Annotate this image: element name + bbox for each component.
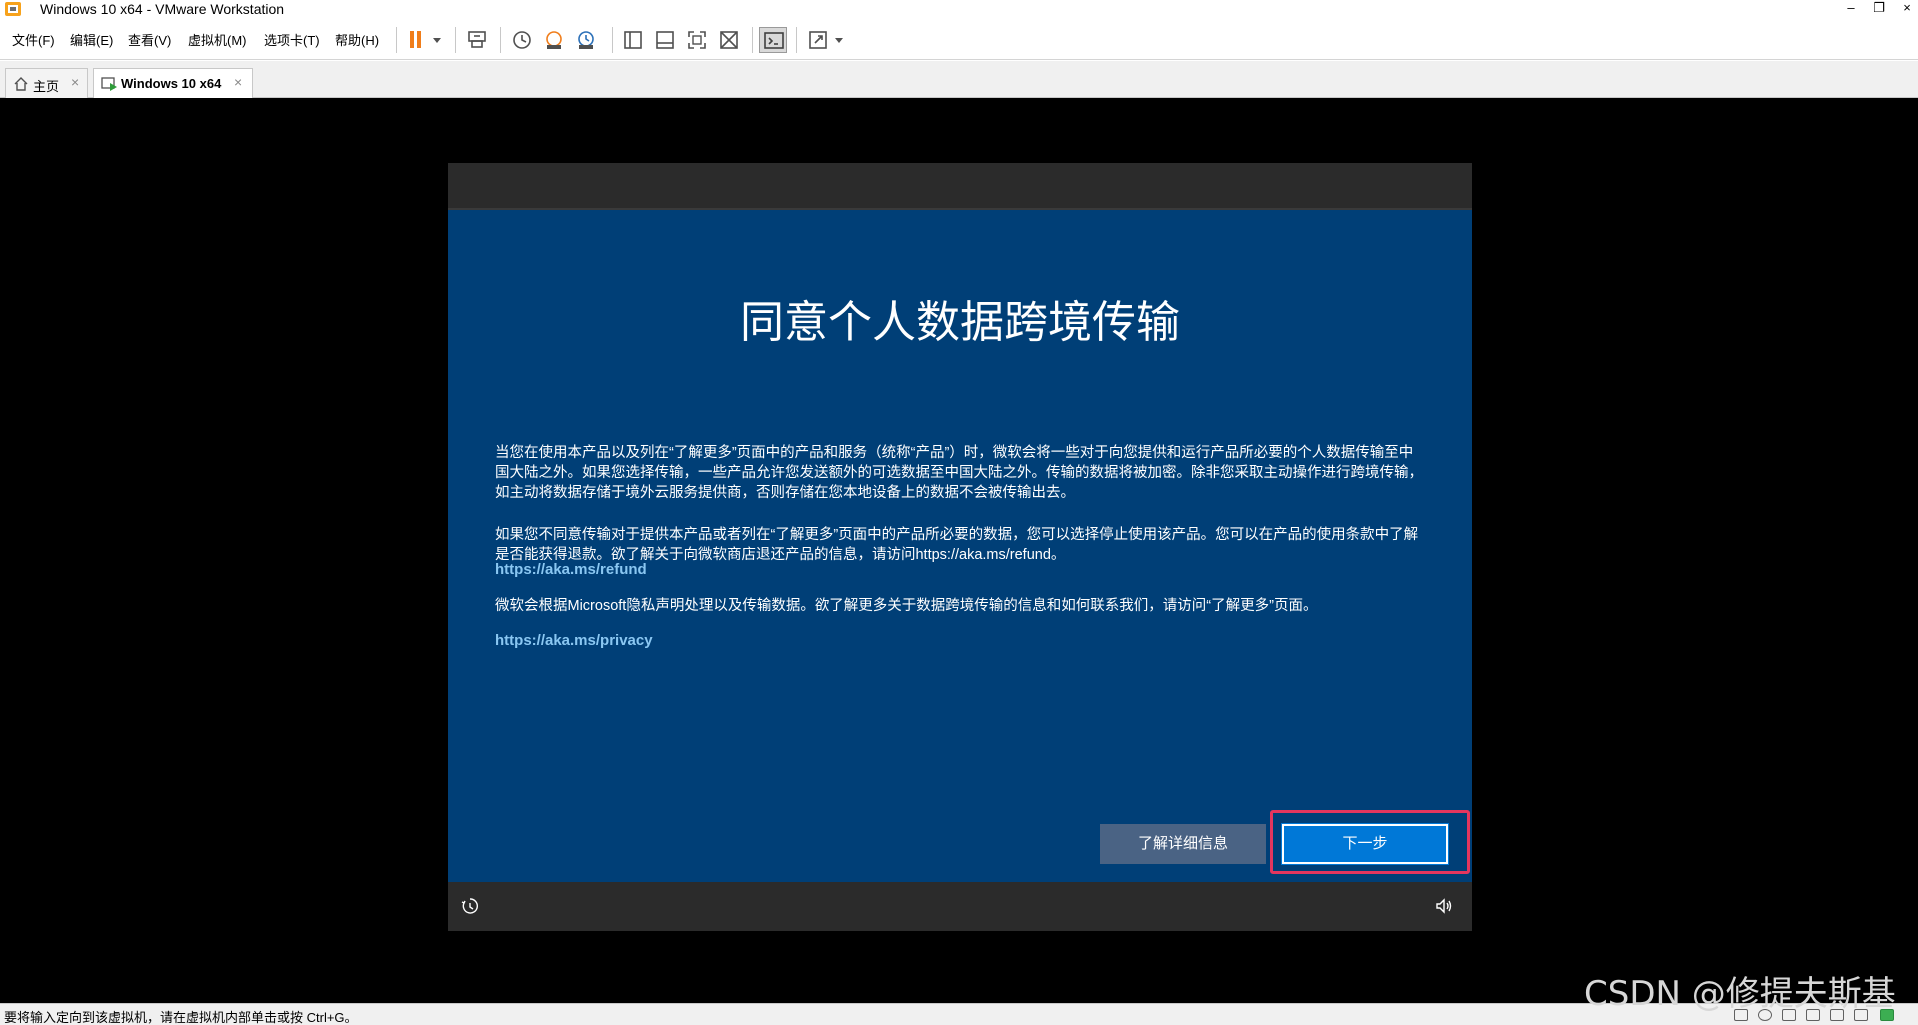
oobe-bottom-bar [448, 882, 1472, 931]
snapshot-icon [513, 31, 531, 49]
close-window-button[interactable]: × [1892, 0, 1918, 18]
thumbnail-view-button[interactable] [651, 27, 679, 53]
vm-running-icon [101, 77, 117, 91]
privacy-link[interactable]: https://aka.ms/privacy [495, 632, 653, 649]
toolbar-divider [396, 27, 397, 53]
stretch-button[interactable] [804, 27, 832, 53]
console-view-icon [764, 32, 784, 49]
tab-home-close-icon[interactable]: × [71, 74, 79, 90]
unity-button[interactable] [715, 27, 743, 53]
dropdown-arrow-icon [433, 38, 441, 43]
restore-button[interactable]: ❐ [1864, 0, 1894, 18]
toolbar-divider [796, 27, 797, 53]
vm-console[interactable]: 同意个人数据跨境传输 当您在使用本产品以及列在“了解更多”页面中的产品和服务（统… [0, 98, 1918, 1003]
learn-more-button[interactable]: 了解详细信息 [1100, 824, 1266, 864]
snapshot-manager-icon [578, 31, 594, 49]
consent-paragraph-2: 如果您不同意传输对于提供本产品或者列在“了解更多”页面中的产品所必要的数据，您可… [495, 527, 1419, 563]
title-bar: Windows 10 x64 - VMware Workstation – ❐ … [0, 0, 1918, 20]
menu-vm[interactable]: 虚拟机(M) [188, 30, 247, 49]
toolbar-divider [612, 27, 613, 53]
stretch-icon [809, 31, 827, 49]
refund-link[interactable]: https://aka.ms/refund [495, 561, 647, 578]
home-icon [14, 77, 28, 91]
pause-icon [410, 31, 421, 48]
toolbar-divider [455, 27, 456, 53]
guest-screen[interactable]: 同意个人数据跨境传输 当您在使用本产品以及列在“了解更多”页面中的产品和服务（统… [448, 163, 1472, 931]
volume-icon[interactable] [1434, 896, 1454, 916]
oobe-panel: 同意个人数据跨境传输 当您在使用本产品以及列在“了解更多”页面中的产品和服务（统… [448, 210, 1472, 882]
thumbnail-view-icon [656, 31, 674, 49]
ease-of-access-icon[interactable] [460, 896, 480, 916]
library-view-button[interactable] [619, 27, 647, 53]
take-snapshot-button[interactable] [508, 27, 536, 53]
consent-paragraph-1: 当您在使用本产品以及列在“了解更多”页面中的产品和服务（统称“产品”）时，微软会… [495, 445, 1423, 501]
minimize-button[interactable]: – [1836, 0, 1866, 18]
toolbar-divider [752, 27, 753, 53]
pause-button[interactable] [402, 27, 430, 53]
tab-windows10-close-icon[interactable]: × [234, 74, 242, 90]
console-view-button[interactable] [759, 27, 787, 53]
send-ctrl-alt-del-button[interactable] [463, 27, 491, 53]
fullscreen-button[interactable] [683, 27, 711, 53]
oobe-top-bar [448, 163, 1472, 210]
menu-tabs[interactable]: 选项卡(T) [264, 30, 320, 49]
power-dropdown-button[interactable] [428, 27, 446, 53]
menu-file[interactable]: 文件(F) [12, 30, 55, 49]
unity-icon [720, 31, 738, 49]
toolbar-divider [500, 27, 501, 53]
snapshot-manager-button[interactable] [572, 27, 600, 53]
tab-strip: 主页 × Windows 10 x64 × [0, 61, 1918, 99]
revert-snapshot-icon [546, 31, 562, 49]
consent-paragraph-3: 微软会根据Microsoft隐私声明处理以及传输数据。欲了解更多关于数据跨境传输… [495, 598, 1318, 614]
menu-edit[interactable]: 编辑(E) [70, 30, 113, 49]
menu-toolbar: 文件(F) 编辑(E) 查看(V) 虚拟机(M) 选项卡(T) 帮助(H) [0, 20, 1918, 60]
status-message: 要将输入定向到该虚拟机，请在虚拟机内部单击或按 Ctrl+G。 [4, 1010, 358, 1025]
menu-view[interactable]: 查看(V) [128, 30, 171, 49]
tab-home[interactable]: 主页 × [5, 68, 88, 98]
tab-home-label: 主页 [33, 79, 60, 94]
next-button[interactable]: 下一步 [1281, 823, 1449, 865]
send-ctrl-alt-del-icon [468, 31, 486, 48]
menu-help[interactable]: 帮助(H) [335, 30, 379, 49]
dropdown-arrow-icon [835, 38, 843, 43]
tab-windows10-label: Windows 10 x64 [121, 76, 222, 91]
revert-snapshot-button[interactable] [540, 27, 568, 53]
watermark: CSDN @修提夫斯基 [1584, 974, 1896, 1014]
tab-windows10[interactable]: Windows 10 x64 × [93, 68, 253, 99]
fullscreen-icon [688, 31, 706, 49]
stretch-dropdown-button[interactable] [830, 27, 848, 53]
vmware-logo-icon [5, 2, 21, 16]
library-view-icon [624, 31, 642, 49]
window-title: Windows 10 x64 - VMware Workstation [40, 1, 285, 17]
page-title: 同意个人数据跨境传输 [740, 298, 1180, 347]
